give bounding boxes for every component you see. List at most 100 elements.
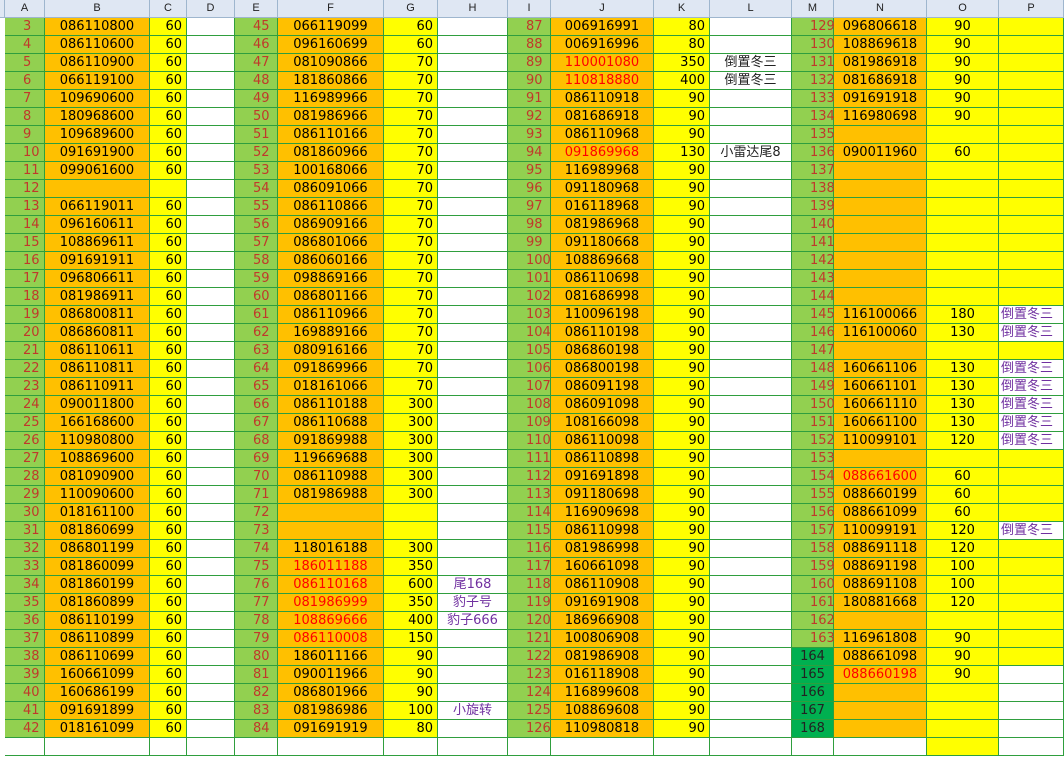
- note-cell[interactable]: [999, 576, 1064, 594]
- note-cell[interactable]: [999, 126, 1064, 144]
- phone-number-cell[interactable]: 180881668: [834, 594, 927, 612]
- phone-number-cell[interactable]: 081090866: [278, 54, 384, 72]
- phone-number-cell[interactable]: 116961808: [834, 630, 927, 648]
- row-index[interactable]: 125: [508, 702, 551, 720]
- note-cell[interactable]: [999, 540, 1064, 558]
- note-cell[interactable]: [710, 288, 792, 306]
- note-cell[interactable]: [710, 90, 792, 108]
- row-index[interactable]: 27: [5, 450, 45, 468]
- note-cell[interactable]: [438, 252, 508, 270]
- row-index[interactable]: 132: [792, 72, 835, 90]
- price-cell[interactable]: 60: [150, 540, 187, 558]
- price-cell[interactable]: [927, 126, 999, 144]
- note-cell[interactable]: [187, 252, 235, 270]
- phone-number-cell[interactable]: [834, 162, 927, 180]
- phone-number-cell[interactable]: 116899608: [551, 684, 654, 702]
- row-index[interactable]: 10: [5, 144, 45, 162]
- price-cell[interactable]: 60: [150, 450, 187, 468]
- price-cell[interactable]: 80: [654, 18, 710, 36]
- note-cell[interactable]: [187, 594, 235, 612]
- row-index[interactable]: 61: [235, 306, 278, 324]
- price-cell[interactable]: 60: [150, 198, 187, 216]
- row-index[interactable]: 152: [792, 432, 835, 450]
- note-cell[interactable]: [187, 216, 235, 234]
- column-header-m[interactable]: M: [792, 0, 834, 18]
- phone-number-cell[interactable]: 088660198: [834, 666, 927, 684]
- phone-number-cell[interactable]: 088660199: [834, 486, 927, 504]
- phone-number-cell[interactable]: 086800811: [45, 306, 150, 324]
- price-cell[interactable]: 90: [654, 252, 710, 270]
- row-index[interactable]: [508, 738, 551, 756]
- note-cell[interactable]: [999, 648, 1064, 666]
- phone-number-cell[interactable]: 088691198: [834, 558, 927, 576]
- row-index[interactable]: 142: [792, 252, 835, 270]
- phone-number-cell[interactable]: 108869611: [45, 234, 150, 252]
- column-header-c[interactable]: C: [150, 0, 187, 18]
- row-index[interactable]: 67: [235, 414, 278, 432]
- row-index[interactable]: 117: [508, 558, 551, 576]
- phone-number-cell[interactable]: 099061600: [45, 162, 150, 180]
- note-cell[interactable]: [187, 558, 235, 576]
- phone-number-cell[interactable]: 018161066: [278, 378, 384, 396]
- note-cell[interactable]: 倒置冬三: [999, 324, 1064, 342]
- phone-number-cell[interactable]: 086110098: [551, 432, 654, 450]
- note-cell[interactable]: 倒置冬三: [999, 360, 1064, 378]
- phone-number-cell[interactable]: 090011960: [834, 144, 927, 162]
- price-cell[interactable]: 130: [927, 414, 999, 432]
- row-index[interactable]: 22: [5, 360, 45, 378]
- note-cell[interactable]: [438, 54, 508, 72]
- note-cell[interactable]: [438, 414, 508, 432]
- note-cell[interactable]: [999, 702, 1064, 720]
- note-cell[interactable]: [710, 702, 792, 720]
- price-cell[interactable]: 70: [384, 342, 438, 360]
- row-index[interactable]: 34: [5, 576, 45, 594]
- column-header-e[interactable]: E: [235, 0, 278, 18]
- phone-number-cell[interactable]: 086110966: [278, 306, 384, 324]
- phone-number-cell[interactable]: 086110168: [278, 576, 384, 594]
- price-cell[interactable]: 120: [927, 432, 999, 450]
- price-cell[interactable]: [927, 180, 999, 198]
- phone-number-cell[interactable]: 081986908: [551, 648, 654, 666]
- note-cell[interactable]: [438, 144, 508, 162]
- row-index[interactable]: 98: [508, 216, 551, 234]
- phone-number-cell[interactable]: 086801966: [278, 684, 384, 702]
- note-cell[interactable]: [710, 324, 792, 342]
- phone-number-cell[interactable]: 081090900: [45, 468, 150, 486]
- note-cell[interactable]: [999, 234, 1064, 252]
- note-cell[interactable]: [438, 522, 508, 540]
- row-index[interactable]: 161: [792, 594, 835, 612]
- price-cell[interactable]: 70: [384, 162, 438, 180]
- row-index[interactable]: 13: [5, 198, 45, 216]
- price-cell[interactable]: [927, 342, 999, 360]
- note-cell[interactable]: [438, 126, 508, 144]
- row-index[interactable]: 121: [508, 630, 551, 648]
- note-cell[interactable]: [438, 90, 508, 108]
- price-cell[interactable]: 80: [654, 36, 710, 54]
- note-cell[interactable]: [999, 720, 1064, 738]
- price-cell[interactable]: 400: [384, 612, 438, 630]
- note-cell[interactable]: [187, 468, 235, 486]
- phone-number-cell[interactable]: 096806611: [45, 270, 150, 288]
- price-cell[interactable]: 90: [654, 558, 710, 576]
- row-index[interactable]: 6: [5, 72, 45, 90]
- note-cell[interactable]: [187, 702, 235, 720]
- row-index[interactable]: 35: [5, 594, 45, 612]
- price-cell[interactable]: 60: [150, 234, 187, 252]
- row-index[interactable]: 11: [5, 162, 45, 180]
- note-cell[interactable]: [187, 180, 235, 198]
- row-index[interactable]: 122: [508, 648, 551, 666]
- row-index[interactable]: 42: [5, 720, 45, 738]
- note-cell[interactable]: [187, 270, 235, 288]
- note-cell[interactable]: [999, 90, 1064, 108]
- price-cell[interactable]: 90: [654, 504, 710, 522]
- price-cell[interactable]: 70: [384, 198, 438, 216]
- note-cell[interactable]: [999, 288, 1064, 306]
- price-cell[interactable]: [927, 450, 999, 468]
- phone-number-cell[interactable]: [834, 720, 927, 738]
- price-cell[interactable]: [384, 522, 438, 540]
- column-header-l[interactable]: L: [710, 0, 792, 18]
- price-cell[interactable]: 60: [150, 252, 187, 270]
- price-cell[interactable]: 60: [927, 504, 999, 522]
- phone-number-cell[interactable]: 186011166: [278, 648, 384, 666]
- note-cell[interactable]: [999, 684, 1064, 702]
